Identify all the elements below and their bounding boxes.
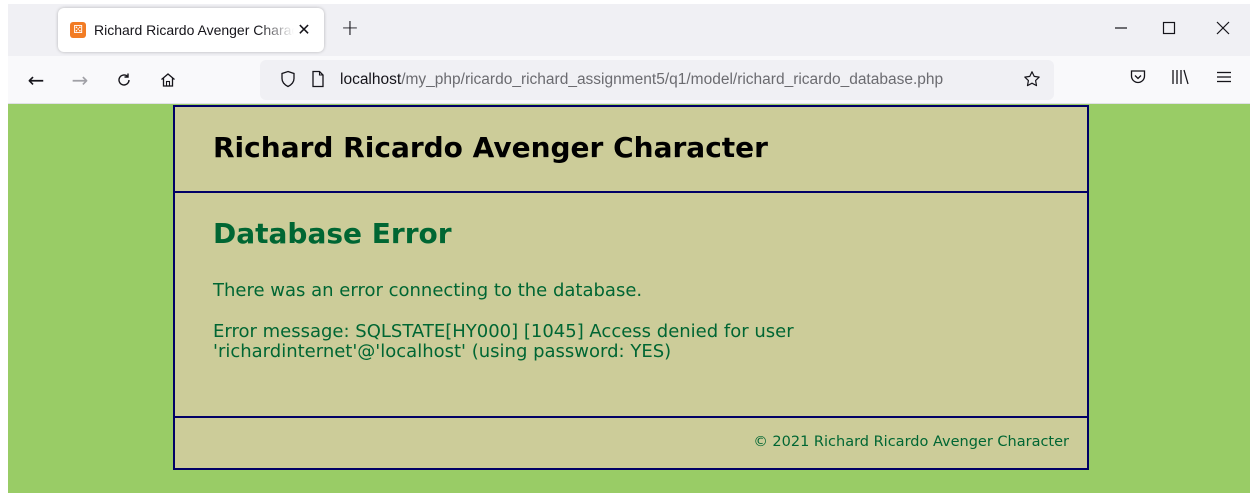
error-message: Error message: SQLSTATE[HY000] [1045] Ac… [213,321,794,362]
pocket-button[interactable] [1125,68,1151,92]
hamburger-menu-icon [1217,71,1231,83]
url-bar[interactable]: localhost/my_php/ricardo_richard_assignm… [260,60,1054,100]
library-icon [1172,69,1189,85]
reload-button[interactable] [110,66,138,94]
url-host: localhost [340,71,402,88]
page-icon[interactable] [308,70,328,90]
close-window-button[interactable] [1205,14,1241,46]
page-main: Database Error There was an error connec… [175,193,1087,416]
home-button[interactable] [154,66,182,94]
tab-strip: ⚄ Richard Ricardo Avenger Character ✕ + [8,4,1250,56]
active-tab[interactable]: ⚄ Richard Ricardo Avenger Character ✕ [58,8,324,52]
navigation-toolbar: ← → localhost/my_php/ricardo_richard_ass… [8,56,1250,104]
minimize-button[interactable] [1103,14,1139,46]
site-title: Richard Ricardo Avenger Character [213,131,768,164]
error-heading: Database Error [213,217,452,250]
page-viewport: Richard Ricardo Avenger Character Databa… [8,104,1250,493]
close-icon [1216,21,1230,35]
page-header: Richard Ricardo Avenger Character [175,107,1087,193]
star-icon[interactable] [1022,70,1042,90]
menu-button[interactable] [1211,68,1237,92]
new-tab-button[interactable]: + [338,18,362,42]
maximize-icon [1162,21,1176,35]
shield-icon[interactable] [278,70,298,90]
error-description: There was an error connecting to the dat… [213,280,643,301]
back-button[interactable]: ← [22,66,50,94]
minimize-icon [1115,27,1127,29]
tab-title: Richard Ricardo Avenger Character [94,22,294,38]
home-icon [161,73,175,87]
reload-icon [118,73,130,86]
url-path: /my_php/ricardo_richard_assignment5/q1/m… [401,71,944,88]
copyright-text: © 2021 Richard Ricardo Avenger Character [753,434,1069,450]
forward-button[interactable]: → [66,66,94,94]
page-container: Richard Ricardo Avenger Character Databa… [173,105,1089,470]
pocket-icon [1130,70,1146,84]
library-button[interactable] [1167,68,1193,92]
maximize-button[interactable] [1151,14,1187,46]
close-tab-icon[interactable]: ✕ [294,20,314,40]
xampp-icon: ⚄ [70,22,86,38]
page-footer: © 2021 Richard Ricardo Avenger Character [175,416,1087,468]
url-text[interactable]: localhost/my_php/ricardo_richard_assignm… [340,70,943,90]
